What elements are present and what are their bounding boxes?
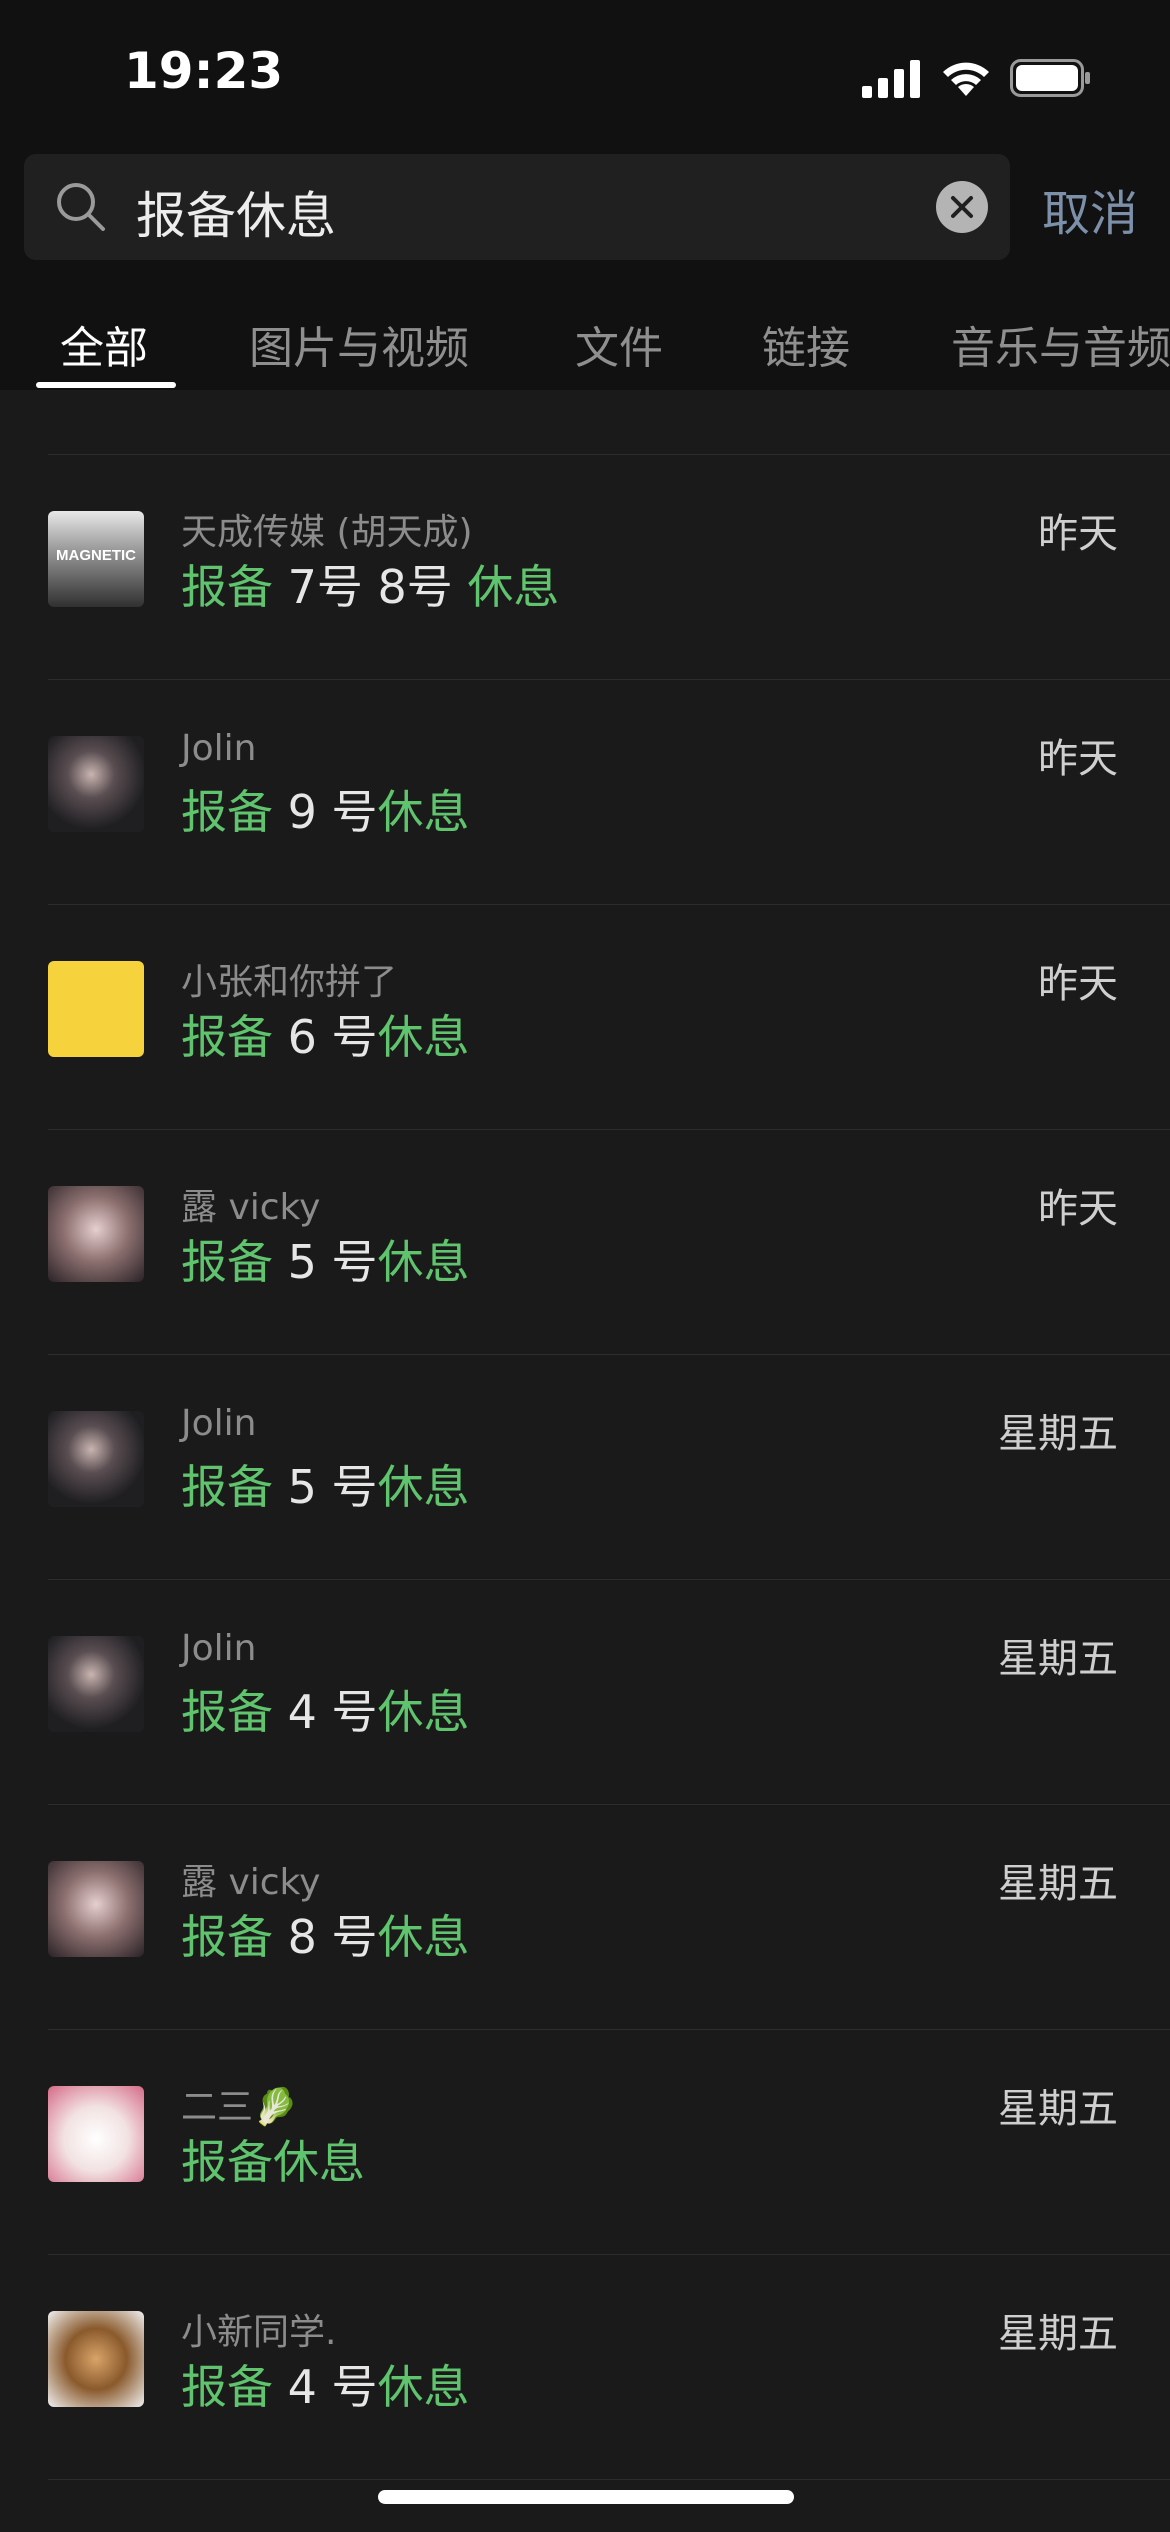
keyword-highlight: 报备 (181, 1235, 273, 1289)
search-icon (57, 183, 105, 231)
message-date: 星期五 (998, 2086, 1118, 2132)
avatar (48, 2086, 144, 2182)
keyword-highlight: 休息 (377, 1910, 470, 1964)
sender-name: 小新同学. (181, 2312, 337, 2353)
search-input[interactable]: 报备休息 (24, 154, 1010, 260)
message-date: 昨天 (1038, 511, 1118, 557)
message-snippet: 报备 5 号休息 (181, 1226, 470, 1292)
message-snippet: 报备 8 号休息 (181, 1901, 470, 1967)
message-snippet: 报备 6 号休息 (181, 390, 470, 392)
avatar (48, 1636, 144, 1732)
wifi-icon (943, 62, 989, 96)
message-date: 星期五 (998, 2311, 1118, 2357)
message-text: 5 号 (273, 1460, 378, 1514)
sender-name: Jolin (181, 728, 257, 769)
avatar (48, 1186, 144, 1282)
cancel-button[interactable]: 取消 (1042, 174, 1138, 244)
message-text: 4 号 (273, 2360, 378, 2414)
message-date: 星期五 (998, 1861, 1118, 1907)
search-results-list: 报备 6 号休息MAGNETIC天成传媒 (胡天成)报备 7号 8号 休息昨天J… (0, 390, 1170, 2532)
sender-name: Jolin (181, 1628, 257, 1669)
sender-name: 二三🥬 (181, 2087, 298, 2128)
tab-music-audio[interactable]: 音乐与音频 (951, 312, 1170, 376)
avatar (48, 736, 144, 832)
message-snippet: 报备休息 (181, 2126, 365, 2192)
status-time: 19:23 (124, 42, 284, 100)
result-row[interactable]: MAGNETIC 天成传媒 (胡天成) 报备 7号 8号 休息 昨天 (0, 455, 1170, 680)
keyword-highlight: 报备休息 (181, 2135, 365, 2189)
message-snippet: 报备 4 号休息 (181, 2351, 470, 2417)
result-row[interactable]: Jolin 报备 9 号休息 昨天 (0, 680, 1170, 905)
cellular-signal-icon (862, 60, 920, 98)
keyword-highlight: 休息 (377, 1010, 470, 1064)
result-row[interactable]: 小新同学. 报备 4 号休息 星期五 (0, 2255, 1170, 2480)
home-indicator[interactable] (378, 2490, 794, 2504)
tab-photos-videos[interactable]: 图片与视频 (249, 312, 469, 376)
result-row[interactable]: 二三🥬 报备休息 星期五 (0, 2030, 1170, 2255)
tab-links[interactable]: 链接 (762, 312, 850, 376)
message-snippet: 报备 7号 8号 休息 (181, 551, 559, 617)
filter-tabs: 全部 图片与视频 文件 链接 音乐与音频 (0, 278, 1170, 390)
search-query: 报备休息 (136, 187, 336, 245)
tab-files[interactable]: 文件 (575, 312, 663, 376)
message-date: 昨天 (1038, 736, 1118, 782)
message-text: 6 号 (273, 1010, 378, 1064)
result-row[interactable]: 露 vicky 报备 5 号休息 昨天 (0, 1130, 1170, 1355)
message-snippet: 报备 9 号休息 (181, 776, 470, 842)
tab-all[interactable]: 全部 (60, 312, 148, 376)
message-text: 5 号 (273, 1235, 378, 1289)
message-snippet: 报备 5 号休息 (181, 1451, 470, 1517)
avatar: MAGNETIC (48, 511, 144, 607)
status-bar: 19:23 (0, 0, 1170, 150)
avatar-logo-text: MAGNETIC (56, 547, 136, 564)
result-row[interactable]: 小张和你拼了 报备 6 号休息 昨天 (0, 905, 1170, 1130)
keyword-highlight: 报备 (181, 560, 273, 614)
keyword-highlight: 休息 (377, 1685, 470, 1739)
avatar (48, 1411, 144, 1507)
message-text: 7号 8号 (273, 560, 468, 614)
message-snippet: 报备 4 号休息 (181, 1676, 470, 1742)
keyword-highlight: 报备 (181, 1685, 273, 1739)
sender-name: Jolin (181, 1403, 257, 1444)
avatar (48, 2311, 144, 2407)
keyword-highlight: 休息 (377, 1460, 470, 1514)
keyword-highlight: 报备 (181, 2360, 273, 2414)
keyword-highlight: 休息 (377, 2360, 470, 2414)
message-date: 星期五 (998, 1636, 1118, 1682)
battery-icon (1010, 59, 1090, 97)
search-bar: 报备休息 取消 (0, 150, 1170, 278)
sender-name: 露 vicky (181, 1862, 321, 1903)
active-tab-indicator (36, 382, 176, 388)
avatar (48, 1861, 144, 1957)
result-row[interactable]: Jolin 报备 4 号休息 星期五 (0, 1580, 1170, 1805)
message-date: 星期五 (998, 1411, 1118, 1457)
keyword-highlight: 报备 (181, 785, 273, 839)
keyword-highlight: 休息 (377, 785, 470, 839)
status-icons (862, 55, 1092, 101)
sender-name: 小张和你拼了 (181, 962, 398, 1003)
message-text: 9 号 (273, 785, 378, 839)
keyword-highlight: 报备 (181, 1910, 273, 1964)
message-date: 昨天 (1038, 1186, 1118, 1232)
result-row[interactable]: 报备 6 号休息 (0, 390, 1170, 455)
avatar (48, 961, 144, 1057)
message-date: 昨天 (1038, 961, 1118, 1007)
message-snippet: 报备 6 号休息 (181, 1001, 470, 1067)
keyword-highlight: 休息 (467, 560, 560, 614)
sender-name: 露 vicky (181, 1187, 321, 1228)
close-icon (951, 196, 973, 218)
keyword-highlight: 报备 (181, 1460, 273, 1514)
clear-search-button[interactable] (936, 181, 988, 233)
keyword-highlight: 报备 (181, 1010, 273, 1064)
message-text: 4 号 (273, 1685, 378, 1739)
keyword-highlight: 休息 (377, 1235, 470, 1289)
result-row[interactable]: 露 vicky 报备 8 号休息 星期五 (0, 1805, 1170, 2030)
sender-name: 天成传媒 (胡天成) (181, 512, 473, 553)
row-divider (48, 2479, 1170, 2480)
result-row[interactable]: Jolin 报备 5 号休息 星期五 (0, 1355, 1170, 1580)
message-text: 8 号 (273, 1910, 378, 1964)
